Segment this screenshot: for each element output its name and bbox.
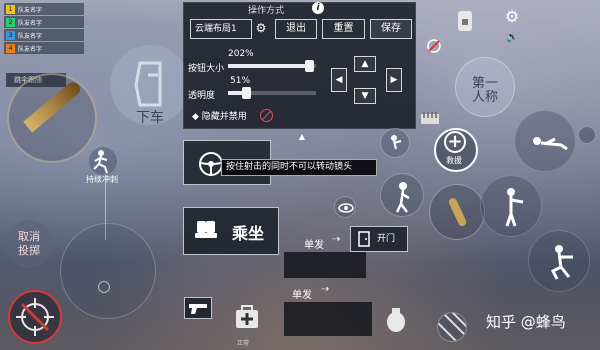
- watermark: 知乎 @蜂鸟: [486, 313, 566, 331]
- crouch-button[interactable]: [528, 230, 590, 292]
- rescue-plus-icon: +: [444, 131, 466, 153]
- squad-num-3: 3: [6, 30, 15, 40]
- prone-icon: [533, 137, 568, 151]
- squad-num-2: 2: [6, 17, 15, 27]
- crouch-icon: [550, 245, 573, 280]
- move-up-button[interactable]: ▲: [354, 56, 376, 72]
- sprint-icon[interactable]: [87, 145, 119, 177]
- move-left-button[interactable]: ◀: [331, 68, 347, 92]
- crosshair-icon: [16, 298, 54, 336]
- first-person-line1: 第一: [472, 76, 499, 91]
- squad-member-3: 3 队友名字: [4, 29, 84, 41]
- fire-button-crosshair[interactable]: [8, 290, 62, 344]
- fire-mode-slot-2[interactable]: [284, 302, 372, 336]
- layout-select[interactable]: 云端布局1: [190, 19, 252, 39]
- squad-member-1: 1 队友名字: [4, 3, 84, 15]
- squad-name-1: 队友名字: [18, 6, 43, 14]
- map-marker-button[interactable]: [437, 312, 467, 342]
- size-slider-fill: [228, 64, 309, 68]
- squad-num-4: 4: [6, 43, 15, 53]
- squad-member-4: 4 队友名字: [4, 42, 84, 54]
- first-person-label: 第一 人称: [472, 77, 498, 105]
- lean-right-button[interactable]: [578, 126, 596, 144]
- save-button[interactable]: 保存: [370, 19, 412, 39]
- squad-num-1: 1: [6, 4, 15, 14]
- move-right-button[interactable]: ▶: [386, 68, 402, 92]
- lean-left-button[interactable]: [380, 173, 424, 217]
- prone-button[interactable]: [514, 110, 576, 172]
- single-fire-label-2: 单发: [292, 290, 312, 301]
- fire-mode-slot-1[interactable]: [284, 252, 366, 278]
- eye-icon: [338, 203, 354, 213]
- opacity-value: 51%: [230, 76, 251, 86]
- forbid-icon[interactable]: [260, 109, 273, 122]
- fire-button-left[interactable]: [7, 73, 97, 163]
- grenade-icon: [387, 308, 405, 332]
- cancel-throw-line2: 投掷: [18, 244, 40, 257]
- gear-icon[interactable]: ⚙: [504, 9, 520, 25]
- info-icon[interactable]: i: [312, 2, 324, 14]
- stand-icon: [505, 188, 524, 227]
- hide-disable-option[interactable]: ◆ 隐藏并禁用: [192, 109, 247, 122]
- diamond-icon: ◆: [192, 112, 199, 122]
- squad-member-2: 2 队友名字: [4, 16, 84, 28]
- layout-gear-icon[interactable]: ⚙: [254, 21, 268, 35]
- single-fire-label-1: 单发: [304, 240, 324, 251]
- ride-label: 乘坐: [232, 224, 265, 243]
- aim-assist-icon[interactable]: [426, 38, 442, 54]
- backpack-icon[interactable]: [455, 7, 475, 33]
- size-slider[interactable]: [228, 64, 316, 68]
- cancel-throw-line1: 取消: [18, 230, 40, 243]
- eye-button[interactable]: [334, 196, 356, 218]
- pistol-icon: [189, 304, 207, 314]
- opacity-slider-knob[interactable]: [241, 87, 251, 99]
- first-person-line2: 人称: [472, 90, 499, 105]
- door-icon: [357, 231, 371, 247]
- size-slider-knob[interactable]: [304, 60, 314, 72]
- squad-name-2: 队友名字: [18, 19, 43, 27]
- speaker-icon[interactable]: 🔈: [506, 32, 518, 44]
- bullet-reload-icon: [448, 198, 467, 227]
- tooltip-hold-fire: 按住射击的同时不可以转动镜头: [221, 159, 377, 176]
- ammo-count-icon: [420, 110, 440, 126]
- medkit-button[interactable]: [232, 298, 262, 340]
- squad-name-3: 队友名字: [18, 32, 43, 40]
- peek-button[interactable]: [380, 128, 410, 158]
- seat-icon: [193, 219, 219, 241]
- sprint-label: 持续冲刺: [86, 175, 118, 184]
- stand-button[interactable]: [480, 175, 542, 237]
- fire-mode-icon-1[interactable]: ⇢: [332, 234, 340, 245]
- reload-button[interactable]: [429, 184, 485, 240]
- rescue-label: 救援: [446, 156, 462, 165]
- get-off-label: 下车: [136, 110, 164, 126]
- reset-button[interactable]: 重置: [322, 19, 365, 39]
- medkit-icon: [236, 305, 258, 328]
- squad-name-4: 队友名字: [18, 45, 43, 53]
- expand-arrow-icon[interactable]: ▲: [294, 132, 310, 142]
- hide-disable-label: 隐藏并禁用: [201, 112, 247, 122]
- exit-button[interactable]: 退出: [275, 19, 317, 39]
- status-label: 正常: [237, 340, 250, 347]
- size-value: 202%: [228, 49, 254, 59]
- pistol-button[interactable]: [184, 297, 212, 319]
- squad-list: 1 队友名字 2 队友名字 3 队友名字 4 队友名字: [4, 3, 84, 55]
- fire-mode-icon-2[interactable]: ⇢: [321, 284, 329, 295]
- size-label: 按钮大小: [188, 64, 225, 74]
- operation-mode-title: 操作方式: [248, 6, 285, 16]
- cancel-throw-button[interactable]: 取消 投掷: [5, 220, 53, 268]
- opacity-label: 透明度: [188, 91, 216, 101]
- joystick-center[interactable]: [98, 281, 110, 293]
- move-down-button[interactable]: ▼: [354, 88, 376, 104]
- grenade-button[interactable]: [381, 300, 411, 340]
- movement-joystick[interactable]: [60, 223, 156, 319]
